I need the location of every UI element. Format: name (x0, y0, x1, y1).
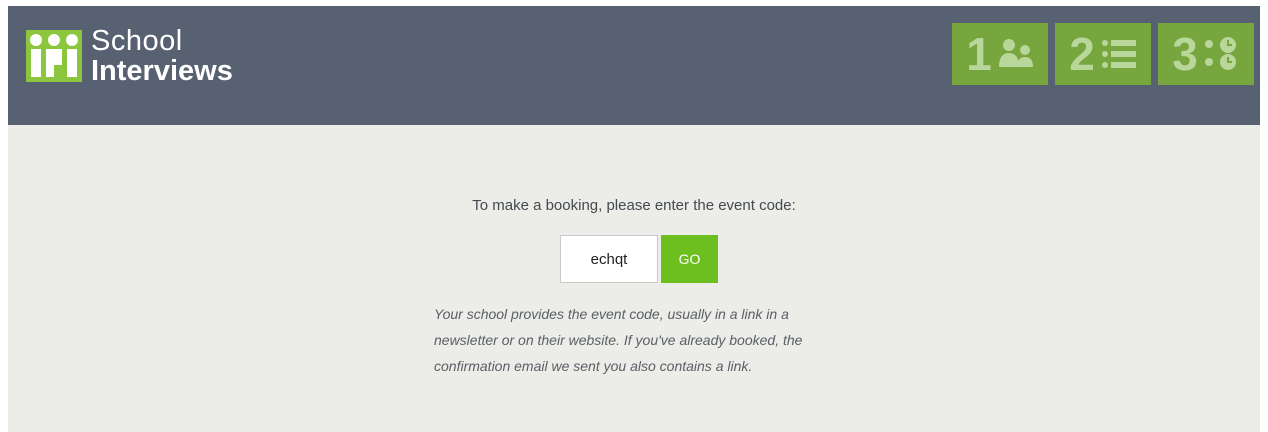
logo-wordmark: School Interviews (91, 24, 233, 87)
step-2-number: 2 (1069, 28, 1095, 80)
step-3-tile: 3 (1158, 23, 1254, 85)
event-code-form: GO (560, 235, 718, 283)
booking-panel: To make a booking, please enter the even… (8, 125, 1260, 432)
people-icon (998, 39, 1033, 67)
logo-line-school: School (91, 24, 183, 57)
step-1-number: 1 (966, 28, 992, 80)
event-code-input[interactable] (560, 235, 658, 283)
people-logo-icon (26, 30, 82, 82)
site-logo[interactable]: School Interviews (26, 26, 233, 86)
go-button[interactable]: GO (661, 235, 718, 283)
clock-list-icon (1204, 37, 1236, 70)
step-3-number: 3 (1172, 28, 1198, 80)
site-header: School Interviews 1 2 3 (8, 6, 1260, 125)
page-frame: School Interviews 1 2 3 To make a bookin… (8, 6, 1260, 432)
booking-steps: 1 2 3 (945, 23, 1254, 85)
list-icon (1101, 40, 1136, 68)
logo-line-interviews: Interviews (91, 54, 233, 87)
event-code-help-text: Your school provides the event code, usu… (434, 306, 803, 374)
event-code-prompt: To make a booking, please enter the even… (472, 197, 796, 214)
step-2-tile: 2 (1055, 23, 1151, 85)
step-1-tile: 1 (952, 23, 1048, 85)
